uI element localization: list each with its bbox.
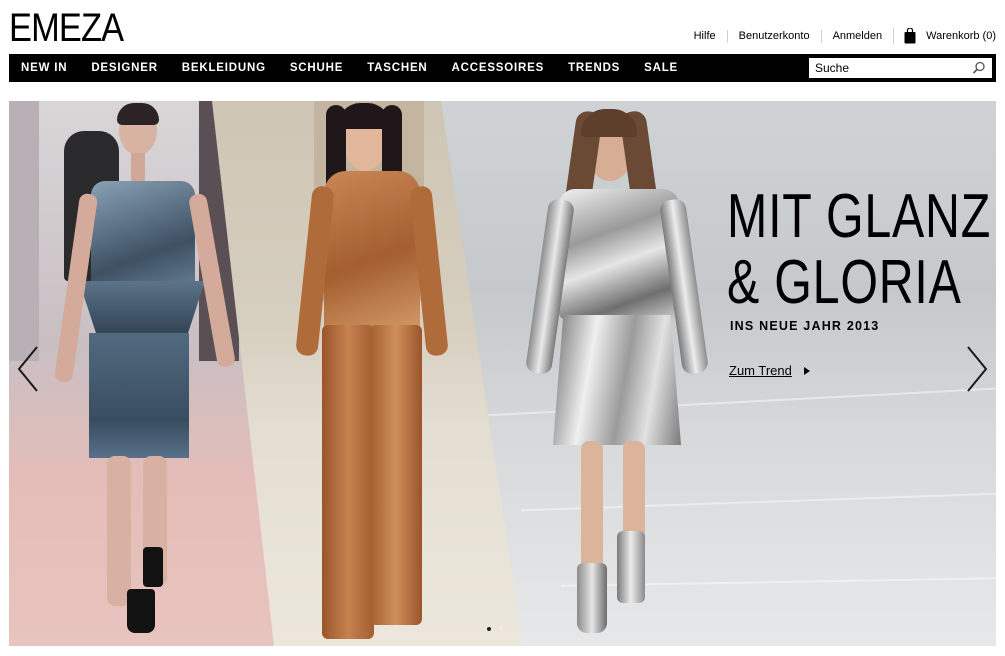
account-link[interactable]: Benutzerkonto: [726, 29, 821, 43]
nav-item-new-in[interactable]: NEW IN: [21, 62, 67, 74]
hero-title-line-1: MIT GLANZ: [727, 182, 992, 251]
carousel-dot-1[interactable]: [487, 627, 491, 631]
site-logo[interactable]: EMEZA: [9, 6, 124, 50]
nav-item-accessoires[interactable]: ACCESSOIRES: [452, 62, 545, 74]
search-input[interactable]: [809, 59, 964, 77]
search-box: [809, 58, 992, 78]
hero-title: MIT GLANZ & GLORIA: [727, 184, 991, 316]
main-navigation: NEW IN DESIGNER BEKLEIDUNG SCHUHE TASCHE…: [9, 54, 996, 82]
help-link[interactable]: Hilfe: [683, 30, 727, 43]
hero-cta-link[interactable]: Zum Trend: [729, 363, 810, 378]
utility-links: Hilfe Benutzerkonto Anmelden Warenkorb (…: [683, 28, 996, 44]
shopping-bag-icon: [904, 28, 916, 44]
nav-item-bekleidung[interactable]: BEKLEIDUNG: [182, 62, 266, 74]
chevron-right-icon[interactable]: [964, 343, 990, 395]
play-arrow-icon: [803, 366, 810, 375]
search-icon[interactable]: [972, 61, 986, 75]
carousel-pagination: [487, 627, 511, 631]
nav-item-taschen[interactable]: TASCHEN: [367, 62, 427, 74]
nav-item-sale[interactable]: SALE: [644, 62, 678, 74]
login-link[interactable]: Anmelden: [820, 29, 894, 43]
hero-subtitle: INS NEUE JAHR 2013: [730, 319, 880, 333]
nav-item-trends[interactable]: TRENDS: [568, 62, 620, 74]
carousel-dot-2[interactable]: [499, 627, 503, 631]
cart-link[interactable]: Warenkorb (0): [893, 28, 996, 44]
hero-cta-label: Zum Trend: [729, 363, 792, 378]
nav-item-schuhe[interactable]: SCHUHE: [290, 62, 343, 74]
hero-banner[interactable]: MIT GLANZ & GLORIA INS NEUE JAHR 2013 Zu…: [9, 101, 996, 646]
nav-item-designer[interactable]: DESIGNER: [91, 62, 157, 74]
chevron-left-icon[interactable]: [15, 343, 41, 395]
hero-title-line-2: & GLORIA: [727, 248, 962, 317]
cart-label: Warenkorb (0): [926, 30, 996, 42]
